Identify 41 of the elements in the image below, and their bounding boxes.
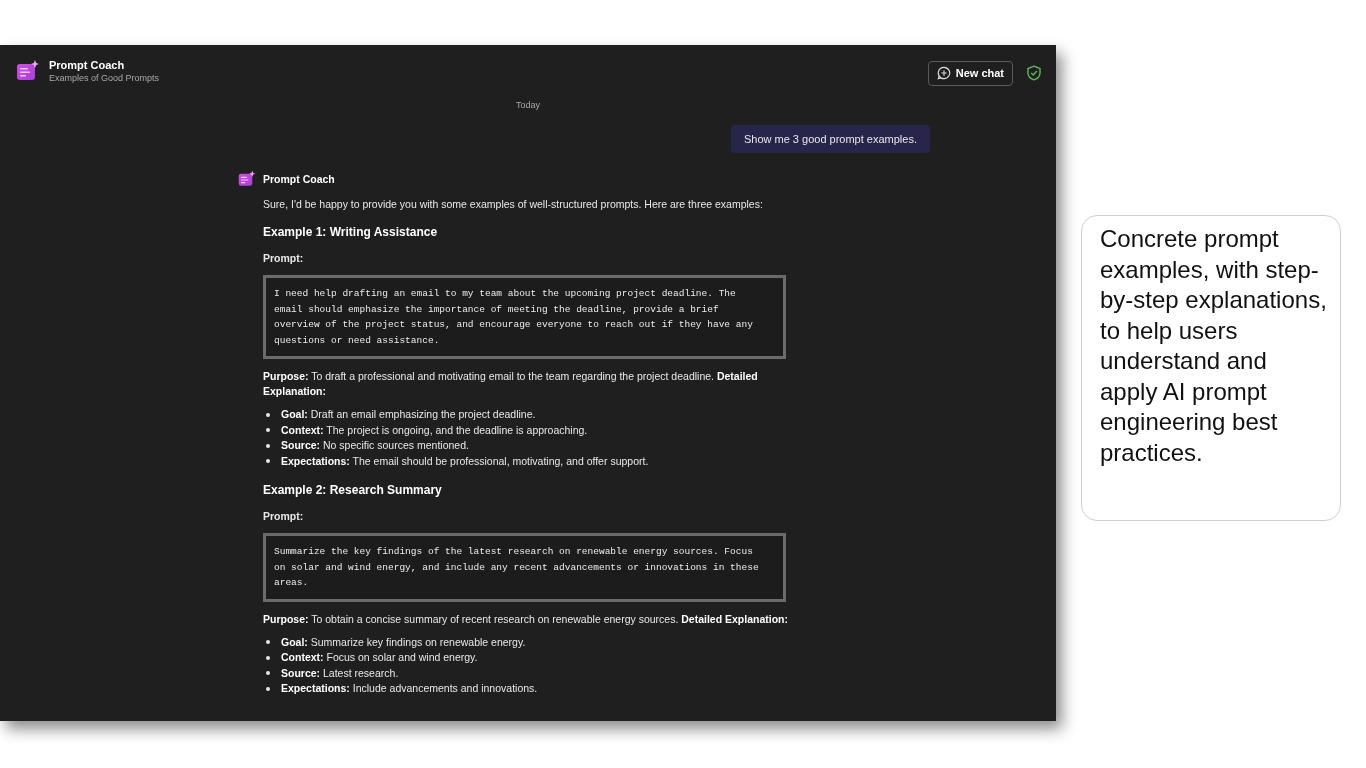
bullet-icon	[266, 428, 270, 433]
code-line: areas.	[274, 576, 310, 590]
bullet-text: Expectations: Include advancements and innovations.	[281, 681, 538, 696]
sender-name: Prompt Coach	[263, 173, 335, 185]
chat-add-icon	[936, 66, 951, 80]
bullet-icon	[266, 655, 270, 660]
bullet-text: Context: Focus on solar and wind energy.	[281, 650, 478, 665]
code-line: email should emphasize the importance of meeting the deadline, provide a brief	[274, 302, 720, 317]
bullet-icon	[266, 459, 270, 464]
bullet-text: Expectations: The email should be professional, motivating, and offer support.	[281, 453, 649, 469]
bot-avatar-icon	[238, 170, 256, 188]
date-divider: Today	[516, 100, 540, 110]
new-chat-button[interactable]: New chat	[927, 60, 1013, 86]
bullet-text: Context: The project is ongoing, and the deadline is approaching.	[281, 422, 588, 438]
bullet-text: Goal: Draft an email emphasizing the project deadline.	[281, 407, 536, 422]
bullet-text: Source: No specific sources mentioned.	[281, 438, 469, 453]
app-title: Prompt Coach	[49, 59, 126, 71]
code-line: I need help drafting an email to my team about the upcoming project deadline. The	[274, 287, 737, 301]
code-line: questions or need assistance.	[274, 333, 441, 348]
bullet-icon	[266, 671, 270, 676]
purpose-text: Purpose: To obtain a concise summary of recent research on renewable energy sources. Detailed Explanation:	[263, 611, 790, 627]
bullet-icon	[266, 443, 270, 448]
bullet-icon	[266, 686, 270, 691]
message-text: Sure, I'd be happy to provide you with some examples of well-structured prompts. Here are three examples:	[263, 197, 764, 211]
prompt-label: Prompt:	[263, 252, 305, 264]
shield-check-icon	[1026, 65, 1042, 81]
bullet-text: Goal: Summarize key findings on renewable energy.	[281, 634, 526, 650]
purpose-text: Purpose: To draft a professional and motivating email to the team regarding the project deadline. Detailed Explanation:	[263, 369, 759, 399]
code-line: on solar and wind energy, and include any recent advancements or innovations in these	[274, 560, 760, 575]
bullet-icon	[266, 640, 270, 645]
example-heading: Example 2: Research Summary	[263, 483, 443, 497]
user-message: Show me 3 good prompt examples.	[730, 125, 930, 153]
prompt-label: Prompt:	[263, 510, 305, 522]
code-line: Summarize the key findings of the latest research on renewable energy sources. Focus	[274, 545, 754, 559]
code-line: overview of the project status, and encourage everyone to reach out if they have any	[274, 318, 754, 332]
app-logo-icon	[16, 59, 40, 83]
app-subtitle: Examples of Good Prompts	[49, 73, 161, 83]
bullet-text: Source: Latest research.	[281, 665, 399, 681]
bullet-icon	[266, 412, 270, 417]
callout-text: Concrete prompt examples, with step-by-step explanations, to help users understand and apply AI prompt engineering best practices.	[1100, 224, 1328, 468]
example-heading: Example 1: Writing Assistance	[263, 225, 439, 239]
